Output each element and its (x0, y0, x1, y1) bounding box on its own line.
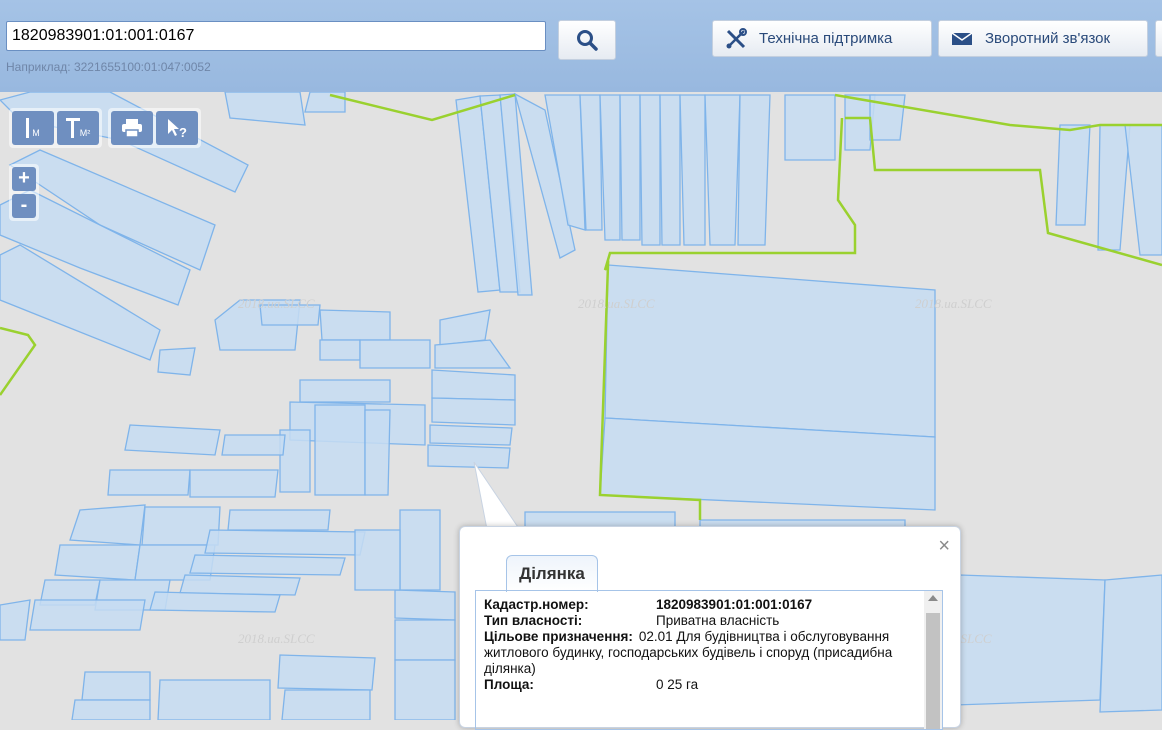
tools-icon (725, 27, 747, 50)
cursor-question-icon: ? (168, 119, 187, 139)
area-label: Площа: (484, 677, 534, 692)
map-watermark-4: 2018.ua.SLCC (238, 631, 315, 646)
purpose-value-first: 02.01 Для будівництва і (638, 629, 787, 644)
cadastral-search-input[interactable] (6, 21, 546, 51)
svg-text:?: ? (179, 125, 187, 139)
area-row: Площа: 0 25 га (484, 677, 916, 693)
search-icon (577, 30, 598, 51)
parcel-info-content: Кадастр.номер: 1820983901:01:001:0167 Ти… (484, 597, 916, 693)
close-icon[interactable]: × (938, 536, 950, 556)
ownership-value: Приватна власність (656, 613, 780, 628)
parcel-info-popup: × Ділянка Кадастр.номер: 1820983901:01:0… (459, 526, 961, 730)
print-button[interactable] (111, 111, 153, 145)
tech-support-button[interactable]: Технічна підтримка (712, 20, 932, 57)
tech-support-label: Технічна підтримка (759, 30, 893, 47)
print-toolbar: ? (108, 108, 201, 148)
scroll-up-arrow-icon[interactable] (928, 595, 938, 601)
measure-toolbar: М М² (9, 108, 102, 148)
measure-distance-label: М (32, 128, 40, 138)
area-ruler-icon (65, 118, 80, 138)
ownership-label: Тип власності: (484, 613, 583, 628)
scroll-thumb[interactable] (926, 613, 940, 729)
feedback-button[interactable]: Зворотний зв'язок (938, 20, 1148, 57)
ruler-icon (26, 118, 30, 138)
map-watermark-3: 2018.ua.SLCC (915, 296, 992, 311)
more-header-button[interactable] (1155, 20, 1162, 57)
parcel-info-panel: Кадастр.номер: 1820983901:01:001:0167 Ти… (475, 590, 943, 730)
zoom-control: + - (9, 164, 39, 221)
measure-area-button[interactable]: М² (57, 111, 99, 145)
measure-distance-button[interactable]: М (12, 111, 54, 145)
search-hint: Наприклад: 3221655100:01:047:0052 (6, 60, 211, 74)
zoom-out-button[interactable]: - (12, 194, 36, 218)
identify-button[interactable]: ? (156, 111, 198, 145)
feedback-label: Зворотний зв'язок (985, 30, 1111, 47)
tab-parcel[interactable]: Ділянка (506, 555, 598, 592)
cadastral-value: 1820983901:01:001:0167 (656, 597, 813, 612)
zoom-in-button[interactable]: + (12, 167, 36, 191)
cadastral-label: Кадастр.номер: (484, 597, 589, 612)
area-value: 0 25 га (656, 677, 699, 692)
purpose-label: Цільове призначення: (484, 629, 633, 644)
measure-area-label: М² (79, 128, 91, 138)
printer-icon (122, 119, 142, 137)
ownership-row: Тип власності: Приватна власність (484, 613, 916, 629)
purpose-row: Цільове призначення: 02.01 Для будівництв… (484, 629, 916, 677)
top-header: Наприклад: 3221655100:01:047:0052 Техніч… (0, 0, 1162, 92)
cadastral-row: Кадастр.номер: 1820983901:01:001:0167 (484, 597, 916, 613)
search-button[interactable] (558, 20, 616, 60)
map-watermark-2: 2018.ua.SLCC (578, 296, 655, 311)
map-watermark-1: 2018.ua.SLCC (238, 296, 315, 311)
popup-scrollbar[interactable] (924, 591, 942, 729)
envelope-icon (951, 31, 973, 47)
